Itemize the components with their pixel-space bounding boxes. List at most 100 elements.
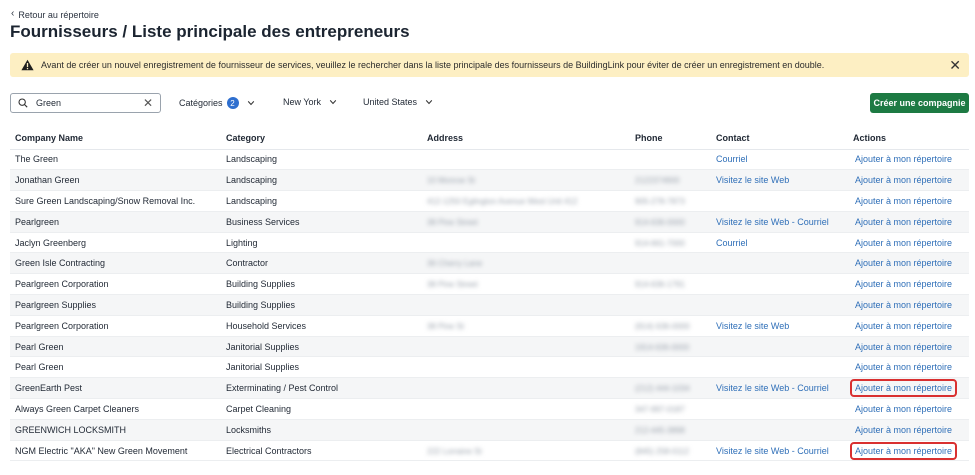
- add-to-directory-link-cell: Ajouter à mon répertoire: [848, 169, 969, 192]
- add-to-directory-link-cell: Ajouter à mon répertoire: [848, 252, 969, 275]
- category-cell: Janitorial Supplies: [221, 336, 422, 358]
- add-to-directory-link[interactable]: Ajouter à mon répertoire: [850, 338, 957, 356]
- company-name-cell: Sure Green Landscaping/Snow Removal Inc.: [10, 190, 221, 212]
- categories-filter-label: Catégories: [179, 98, 223, 108]
- company-name: Jaclyn Greenberg: [15, 237, 87, 248]
- search-input[interactable]: [36, 98, 136, 108]
- table-row: Pearlgreen Business Services 38 Pine Stree…: [10, 211, 969, 233]
- vendors-table: Company Name Category Address Phone Cont…: [10, 128, 969, 462]
- add-to-directory-link-cell: Ajouter à mon répertoire: [848, 294, 969, 316]
- company-name: Green Isle Contracting: [15, 258, 106, 269]
- company-name-cell: Pearlgreen: [10, 211, 221, 233]
- company-name: NGM Electric "AKA" New Green Movement: [15, 445, 188, 456]
- phone-cell: [630, 356, 711, 379]
- state-filter[interactable]: New York: [283, 97, 337, 107]
- chevron-down-icon: [329, 100, 337, 105]
- create-company-button[interactable]: Créer une compagnie: [870, 93, 969, 113]
- add-to-directory-link[interactable]: Ajouter à mon répertoire: [850, 171, 957, 189]
- category-cell: Building Supplies: [221, 273, 422, 296]
- table-header-row: Company Name Category Address Phone Cont…: [10, 128, 969, 150]
- phone-cell: 914-661-7000: [630, 232, 711, 254]
- phone-cell: 914-636-1791: [630, 273, 711, 296]
- company-name-cell: Pearlgreen Corporation: [10, 273, 221, 296]
- add-to-directory-link-cell: Ajouter à mon répertoire: [848, 419, 969, 441]
- contact-link[interactable]: Visitez le site Web - Courriel: [716, 383, 829, 393]
- close-icon[interactable]: ✕: [949, 57, 961, 73]
- add-to-directory-link[interactable]: Ajouter à mon répertoire: [850, 150, 957, 168]
- chevron-left-icon: ‹: [11, 8, 15, 19]
- contact-link-cell: [711, 419, 848, 441]
- contact-link-cell: Courriel: [711, 232, 848, 254]
- duplicate-warning-banner: Avant de créer un nouvel enregistrement …: [10, 53, 969, 77]
- clear-search-icon[interactable]: ✕: [143, 96, 153, 110]
- country-filter[interactable]: United States: [363, 97, 433, 107]
- category: Janitorial Supplies: [226, 341, 300, 352]
- add-to-directory-link[interactable]: Ajouter à mon répertoire: [850, 421, 957, 439]
- contact-link-cell: Visitez le site Web - Courriel: [711, 440, 848, 462]
- contact-link[interactable]: Courriel: [716, 238, 748, 248]
- contact-link-cell: [711, 252, 848, 275]
- add-to-directory-link[interactable]: Ajouter à mon répertoire: [850, 192, 957, 210]
- add-to-directory-link-cell: Ajouter à mon répertoire: [848, 377, 969, 400]
- column-header-company[interactable]: Company Name: [10, 128, 221, 150]
- state-filter-label: New York: [283, 97, 322, 107]
- phone: 914-636-1791: [635, 280, 685, 290]
- category: Exterminating / Pest Control: [226, 383, 339, 394]
- address: 38 Pine Street: [427, 280, 478, 290]
- add-to-directory-link[interactable]: Ajouter à mon répertoire: [850, 400, 957, 418]
- category-cell: Landscaping: [221, 169, 422, 192]
- chevron-down-icon: [425, 100, 433, 105]
- address-cell: 222 Lorraine St: [422, 440, 630, 462]
- company-name: Pearl Green: [15, 341, 64, 352]
- company-name-cell: Pearl Green: [10, 336, 221, 358]
- add-to-directory-link[interactable]: Ajouter à mon répertoire: [850, 234, 957, 252]
- address-cell: 10 Monroe St: [422, 169, 630, 192]
- address: 412-1250 Eglington Avenue West Unit 412: [427, 196, 578, 206]
- contact-link[interactable]: Visitez le site Web: [716, 321, 789, 331]
- company-name: Sure Green Landscaping/Snow Removal Inc.: [15, 195, 196, 206]
- column-header-phone[interactable]: Phone: [630, 128, 711, 150]
- company-name-cell: Always Green Carpet Cleaners: [10, 398, 221, 420]
- add-to-directory-link[interactable]: Ajouter à mon répertoire: [850, 441, 958, 460]
- warning-icon: [21, 59, 34, 71]
- table-row: Always Green Carpet Cleaners Carpet Clean…: [10, 398, 969, 420]
- company-name: Always Green Carpet Cleaners: [15, 403, 140, 414]
- company-name-cell: Pearlgreen Corporation: [10, 315, 221, 337]
- contact-link-cell: Visitez le site Web: [711, 315, 848, 337]
- column-header-address[interactable]: Address: [422, 128, 630, 150]
- add-to-directory-link[interactable]: Ajouter à mon répertoire: [850, 358, 957, 376]
- phone: 212-445-3898: [635, 425, 685, 435]
- category: Carpet Cleaning: [226, 403, 292, 414]
- back-to-directory-link[interactable]: ‹ Retour au répertoire: [11, 8, 99, 21]
- table-row: Jaclyn Greenberg Lighting 914-661-7000 Cour…: [10, 232, 969, 254]
- company-name: Pearlgreen Corporation: [15, 320, 109, 331]
- category: Janitorial Supplies: [226, 362, 300, 373]
- phone-cell: [630, 252, 711, 275]
- add-to-directory-link-cell: Ajouter à mon répertoire: [848, 356, 969, 379]
- add-to-directory-link[interactable]: Ajouter à mon répertoire: [850, 296, 957, 314]
- add-to-directory-link[interactable]: Ajouter à mon répertoire: [850, 275, 957, 293]
- phone: 914-636-0000: [635, 217, 685, 227]
- add-to-directory-link[interactable]: Ajouter à mon répertoire: [850, 379, 958, 398]
- column-header-contact: Contact: [711, 128, 848, 150]
- contact-link[interactable]: Visitez le site Web - Courriel: [716, 446, 829, 456]
- column-header-category[interactable]: Category: [221, 128, 422, 150]
- categories-filter[interactable]: Catégories 2: [179, 97, 255, 109]
- category-cell: Exterminating / Pest Control: [221, 377, 422, 400]
- contact-link[interactable]: Visitez le site Web - Courriel: [716, 217, 829, 227]
- contact-link[interactable]: Visitez le site Web: [716, 175, 789, 185]
- add-to-directory-link[interactable]: Ajouter à mon répertoire: [850, 213, 957, 231]
- add-to-directory-link[interactable]: Ajouter à mon répertoire: [850, 317, 957, 335]
- company-name-cell: NGM Electric "AKA" New Green Movement: [10, 440, 221, 462]
- address: 10 Monroe St: [427, 176, 476, 186]
- add-to-directory-link-cell: Ajouter à mon répertoire: [848, 273, 969, 296]
- contact-link[interactable]: Courriel: [716, 154, 748, 164]
- table-row: Pearlgreen Corporation Household Services…: [10, 315, 969, 337]
- company-name-cell: The Green: [10, 149, 221, 171]
- address-cell: 412-1250 Eglington Avenue West Unit 412: [422, 190, 630, 212]
- search-field[interactable]: ✕: [10, 93, 161, 113]
- category-cell: Landscaping: [221, 149, 422, 171]
- add-to-directory-link[interactable]: Ajouter à mon répertoire: [850, 254, 957, 272]
- address-cell: [422, 356, 630, 379]
- back-link-label: Retour au répertoire: [18, 10, 99, 20]
